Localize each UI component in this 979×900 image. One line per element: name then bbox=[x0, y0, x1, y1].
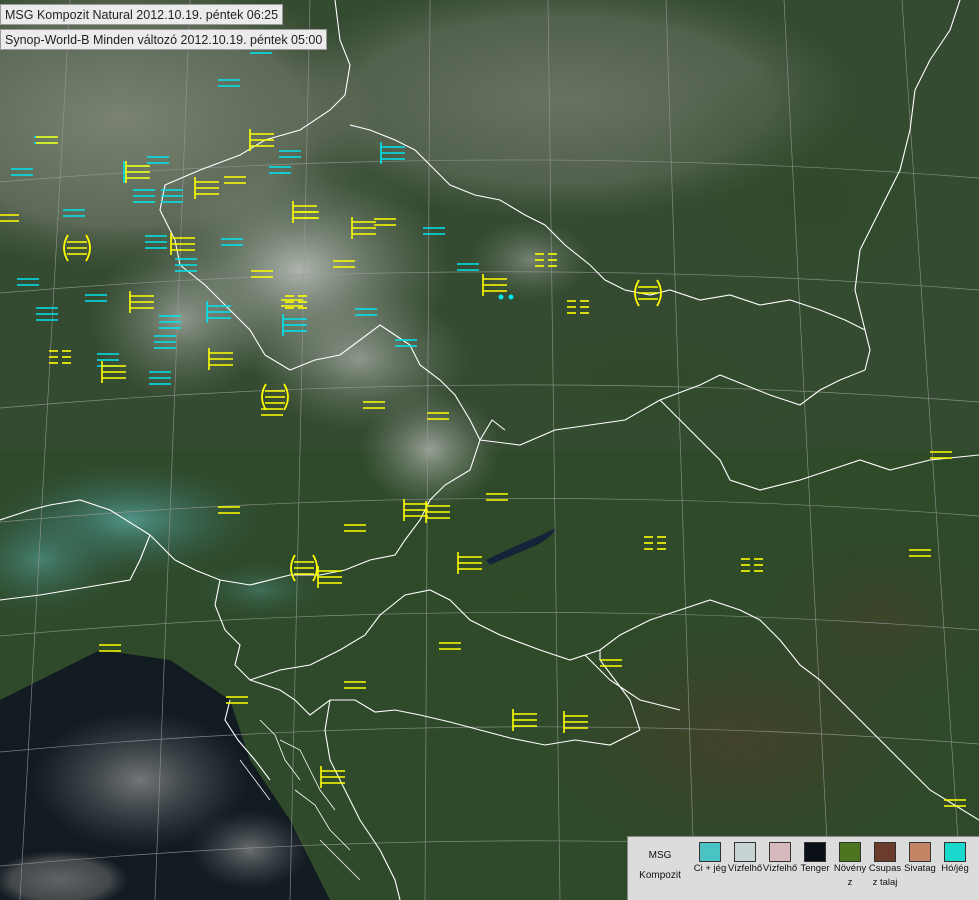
title-synop: Synop-World-B Minden változó 2012.10.19.… bbox=[0, 29, 328, 50]
satellite-map bbox=[0, 0, 979, 900]
legend-label: Vízfelhő bbox=[727, 863, 763, 874]
legend-swatch bbox=[909, 842, 931, 862]
legend-label: Tenger bbox=[800, 863, 830, 874]
legend-swatch bbox=[944, 842, 966, 862]
legend-label: Ci + jég bbox=[693, 863, 727, 874]
legend-title: MSG Kompozit bbox=[639, 850, 681, 881]
legend-item: Vízfelhő bbox=[727, 842, 763, 876]
legend-item: Hó/jég bbox=[937, 842, 973, 876]
legend-item: Csupasz talaj bbox=[867, 842, 903, 890]
legend-swatch bbox=[804, 842, 826, 862]
legend-label: Vízfelhő bbox=[762, 863, 798, 874]
legend-swatch bbox=[769, 842, 791, 862]
legend-item: Növényz bbox=[832, 842, 868, 890]
legend-label: Hó/jég bbox=[941, 863, 969, 874]
legend-item: Ci + jég bbox=[692, 842, 728, 876]
legend-swatch bbox=[839, 842, 861, 862]
legend: MSG Kompozit Ci + jég Vízfelhő Vízfelhő … bbox=[627, 836, 979, 900]
legend-label: Sivatag bbox=[904, 863, 936, 874]
legend-swatch bbox=[874, 842, 896, 862]
legend-item: Sivatag bbox=[902, 842, 938, 876]
legend-label: Növényz bbox=[833, 863, 867, 888]
legend-swatch bbox=[734, 842, 756, 862]
legend-item: Vízfelhő bbox=[762, 842, 798, 876]
map-view: MSG Kompozit Natural 2012.10.19. péntek … bbox=[0, 0, 979, 900]
legend-label: Csupasz talaj bbox=[868, 863, 902, 888]
title-satellite: MSG Kompozit Natural 2012.10.19. péntek … bbox=[0, 4, 284, 25]
legend-item: Tenger bbox=[797, 842, 833, 876]
legend-swatch bbox=[699, 842, 721, 862]
